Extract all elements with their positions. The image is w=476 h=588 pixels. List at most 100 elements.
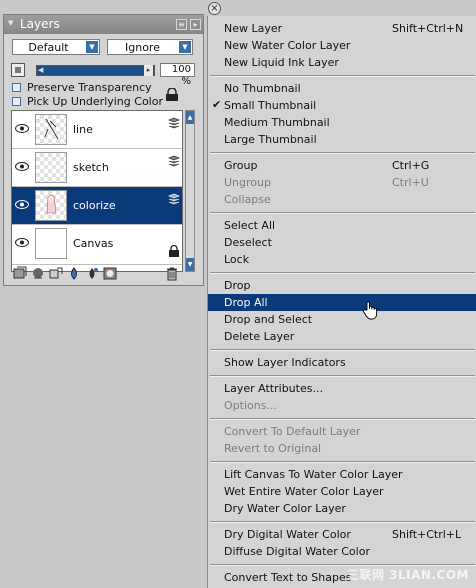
palette-title-bar[interactable]: ▼ Layers ≡ ▸ [4,15,203,34]
menu-item-new-layer[interactable]: New Layer Shift+Ctrl+N [208,20,476,37]
menu-item-no-thumbnail[interactable]: No Thumbnail [208,80,476,97]
layer-row-sketch[interactable]: sketch [12,149,182,187]
layer-thumbnail [35,152,67,183]
lock-icon[interactable] [165,88,179,101]
menu-item-new-liquid-ink-layer[interactable]: New Liquid Ink Layer [208,54,476,71]
menu-item-lock[interactable]: Lock [208,251,476,268]
pick-up-underlying-checkbox[interactable]: Pick Up Underlying Color [12,95,182,109]
menu-separator [210,461,475,463]
menu-item-show-layer-indicators[interactable]: Show Layer Indicators [208,354,476,371]
scroll-down-icon[interactable]: ▼ [186,258,194,271]
menu-item-drop-all[interactable]: Drop All [208,294,476,311]
menu-item-dry-digital-water-color[interactable]: Dry Digital Water Color Shift+Ctrl+L [208,526,476,543]
composite-method-value: Default [28,41,69,54]
menu-separator [210,418,475,420]
menu-item-label: Drop All [224,296,268,309]
menu-item-wet-entire-water-color-layer[interactable]: Wet Entire Water Color Layer [208,483,476,500]
menu-item-label: Revert to Original [224,442,322,455]
scroll-up-icon[interactable]: ▲ [186,111,194,124]
menu-item-label: Group [224,159,258,172]
menu-item-label: Medium Thumbnail [224,116,330,129]
menu-item-group[interactable]: Group Ctrl+G [208,157,476,174]
menu-item-new-water-color-layer[interactable]: New Water Color Layer [208,37,476,54]
menu-item-drop[interactable]: Drop [208,277,476,294]
slider-thumb[interactable]: ▸ [144,65,153,76]
menu-item-label: Lift Canvas To Water Color Layer [224,468,403,481]
menu-item-large-thumbnail[interactable]: Large Thumbnail [208,131,476,148]
eye-icon[interactable] [15,238,29,247]
menu-item-diffuse-digital-water-color[interactable]: Diffuse Digital Water Color [208,543,476,560]
palette-menu-icon[interactable]: ≡ [176,19,187,30]
checkbox-box[interactable] [12,83,21,92]
menu-item-drop-and-select[interactable]: Drop and Select [208,311,476,328]
eye-icon[interactable] [15,124,29,133]
menu-separator [210,375,475,377]
menu-item-deselect[interactable]: Deselect [208,234,476,251]
layer-name: sketch [73,161,109,174]
menu-item-label: Deselect [224,236,272,249]
menu-item-label: Large Thumbnail [224,133,317,146]
menu-item-select-all[interactable]: Select All [208,217,476,234]
menu-separator [210,521,475,523]
menu-separator [210,272,475,274]
menu-separator [210,152,475,154]
create-layer-mask-icon[interactable] [102,266,118,281]
palette-options-icon[interactable]: ▸ [190,19,201,30]
opacity-slider[interactable]: ◀ ▸ [36,65,155,76]
menu-item-label: Small Thumbnail [224,99,317,112]
menu-item-label: Convert Text to Shapes [224,571,352,584]
layer-row-line[interactable]: line [12,111,182,149]
eye-icon[interactable] [15,162,29,171]
layer-context-menu: New Layer Shift+Ctrl+N New Water Color La… [207,16,476,588]
menu-item-label: New Layer [224,22,283,35]
menu-item-label: Drop [224,279,251,292]
new-liquid-ink-layer-icon[interactable] [84,266,100,281]
menu-item-options: Options... [208,397,476,414]
menu-item-medium-thumbnail[interactable]: Medium Thumbnail [208,114,476,131]
layer-row-colorize[interactable]: colorize [12,187,182,225]
lock-icon [169,245,179,257]
new-water-color-layer-icon[interactable] [66,266,82,281]
composite-method-select[interactable]: Default ▼ [12,39,100,55]
dynamic-plugins-icon[interactable] [30,266,46,281]
menu-item-label: Collapse [224,193,271,206]
collapse-triangle-icon[interactable]: ▼ [8,19,13,27]
slider-left-arrow-icon[interactable]: ◀ [38,66,43,74]
trash-icon[interactable] [164,266,180,281]
palette-close-icon[interactable]: × [208,2,221,15]
menu-item-label: Show Layer Indicators [224,356,346,369]
layer-stack-icon [168,155,180,167]
chevron-down-icon[interactable]: ▼ [86,41,98,53]
menu-item-label: No Thumbnail [224,82,301,95]
menu-item-label: Delete Layer [224,330,295,343]
layer-thumbnail [35,114,67,145]
new-layer-group-icon[interactable] [48,266,64,281]
menu-item-label: Dry Water Color Layer [224,502,346,515]
chevron-down-icon[interactable]: ▼ [179,41,191,53]
checkbox-box[interactable] [12,97,21,106]
layer-name: colorize [73,199,116,212]
menu-item-dry-water-color-layer[interactable]: Dry Water Color Layer [208,500,476,517]
menu-item-label: New Liquid Ink Layer [224,56,339,69]
layer-commands-icon[interactable] [12,266,28,281]
eye-icon[interactable] [15,200,29,209]
preserve-transparency-label: Preserve Transparency [27,81,152,94]
menu-item-delete-layer[interactable]: Delete Layer [208,328,476,345]
menu-item-lift-canvas-to-water-color-layer[interactable]: Lift Canvas To Water Color Layer [208,466,476,483]
layer-thumbnail [35,228,67,259]
layer-list-scrollbar[interactable]: ▲ ▼ [185,110,195,272]
menu-item-small-thumbnail[interactable]: ✔ Small Thumbnail [208,97,476,114]
composite-depth-select[interactable]: Ignore ▼ [107,39,193,55]
menu-item-layer-attributes[interactable]: Layer Attributes... [208,380,476,397]
opacity-value[interactable]: 100 % [160,63,195,87]
menu-item-label: Wet Entire Water Color Layer [224,485,384,498]
menu-item-shortcut: Ctrl+G [392,159,430,172]
menu-item-shortcut: Shift+Ctrl+L [392,528,462,541]
checkmark-icon: ✔ [212,98,222,111]
layer-name: Canvas [73,237,114,250]
preserve-transparency-checkbox[interactable]: Preserve Transparency [12,81,182,95]
layer-row-canvas[interactable]: Canvas [12,225,182,265]
menu-item-revert-to-original: Revert to Original [208,440,476,457]
layer-stack-icon [168,117,180,129]
menu-item-label: Ungroup [224,176,271,189]
